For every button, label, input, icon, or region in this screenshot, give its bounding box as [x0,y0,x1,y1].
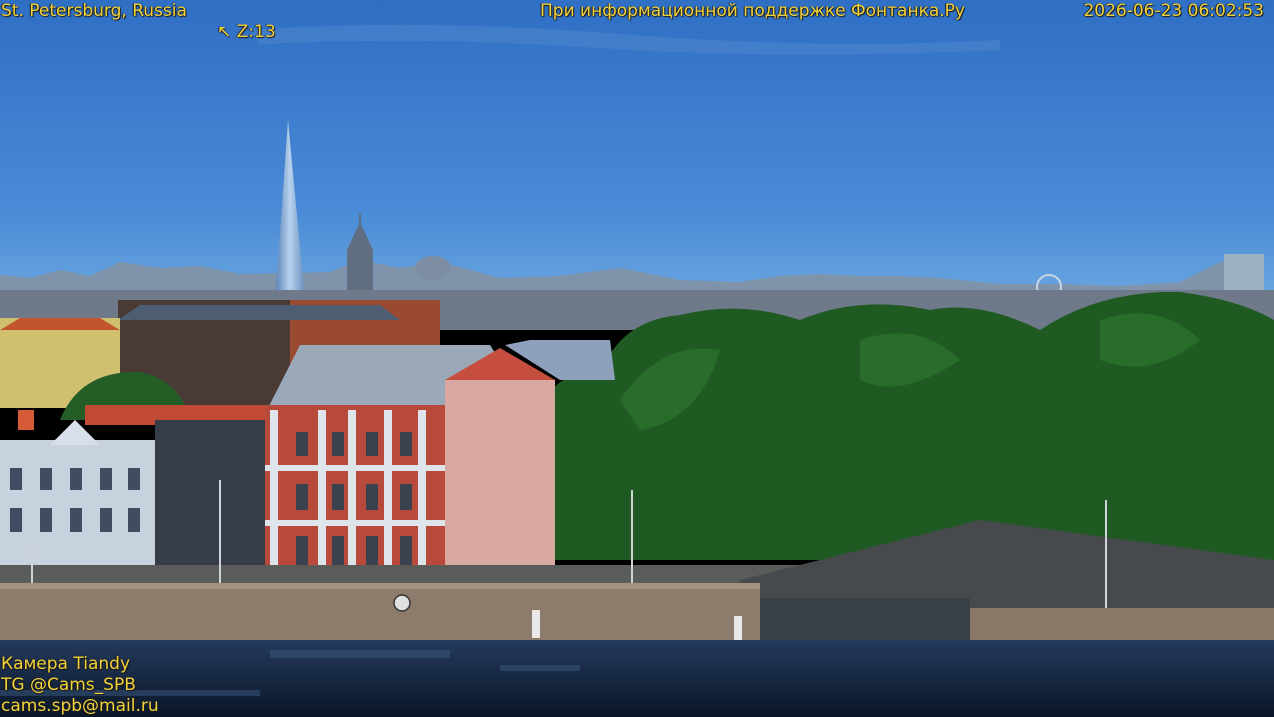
camera-credits: Камера Tiandy TG @Cams_SPB cams.spb@mail… [1,654,159,717]
clock [393,594,411,612]
webcam-view: St. Petersburg, Russia ↖ Z:13 При информ… [0,0,1274,717]
zoom-arrow-icon: ↖ [217,22,232,42]
sponsor-label: При информационной поддержке Фонтанка.Ру [540,1,965,21]
zoom-indicator: ↖ Z:13 [217,22,276,42]
embankment-wall [0,585,760,640]
location-label: St. Petersburg, Russia [1,1,187,21]
pier [760,598,970,642]
zoom-level: Z:13 [236,22,276,42]
orange-roof [0,318,120,330]
city-panorama [0,0,1274,717]
roof-left [118,305,400,320]
river [0,640,1274,717]
contact-email: cams.spb@mail.ru [1,696,159,716]
dome [415,256,451,280]
telegram-handle: TG @Cams_SPB [1,675,136,695]
camera-name: Камера Tiandy [1,654,131,674]
building-left [0,405,265,570]
highrise-right [1224,254,1264,296]
embankment-top [0,583,760,589]
timestamp: 2026-06-23 06:02:53 [1083,1,1264,21]
